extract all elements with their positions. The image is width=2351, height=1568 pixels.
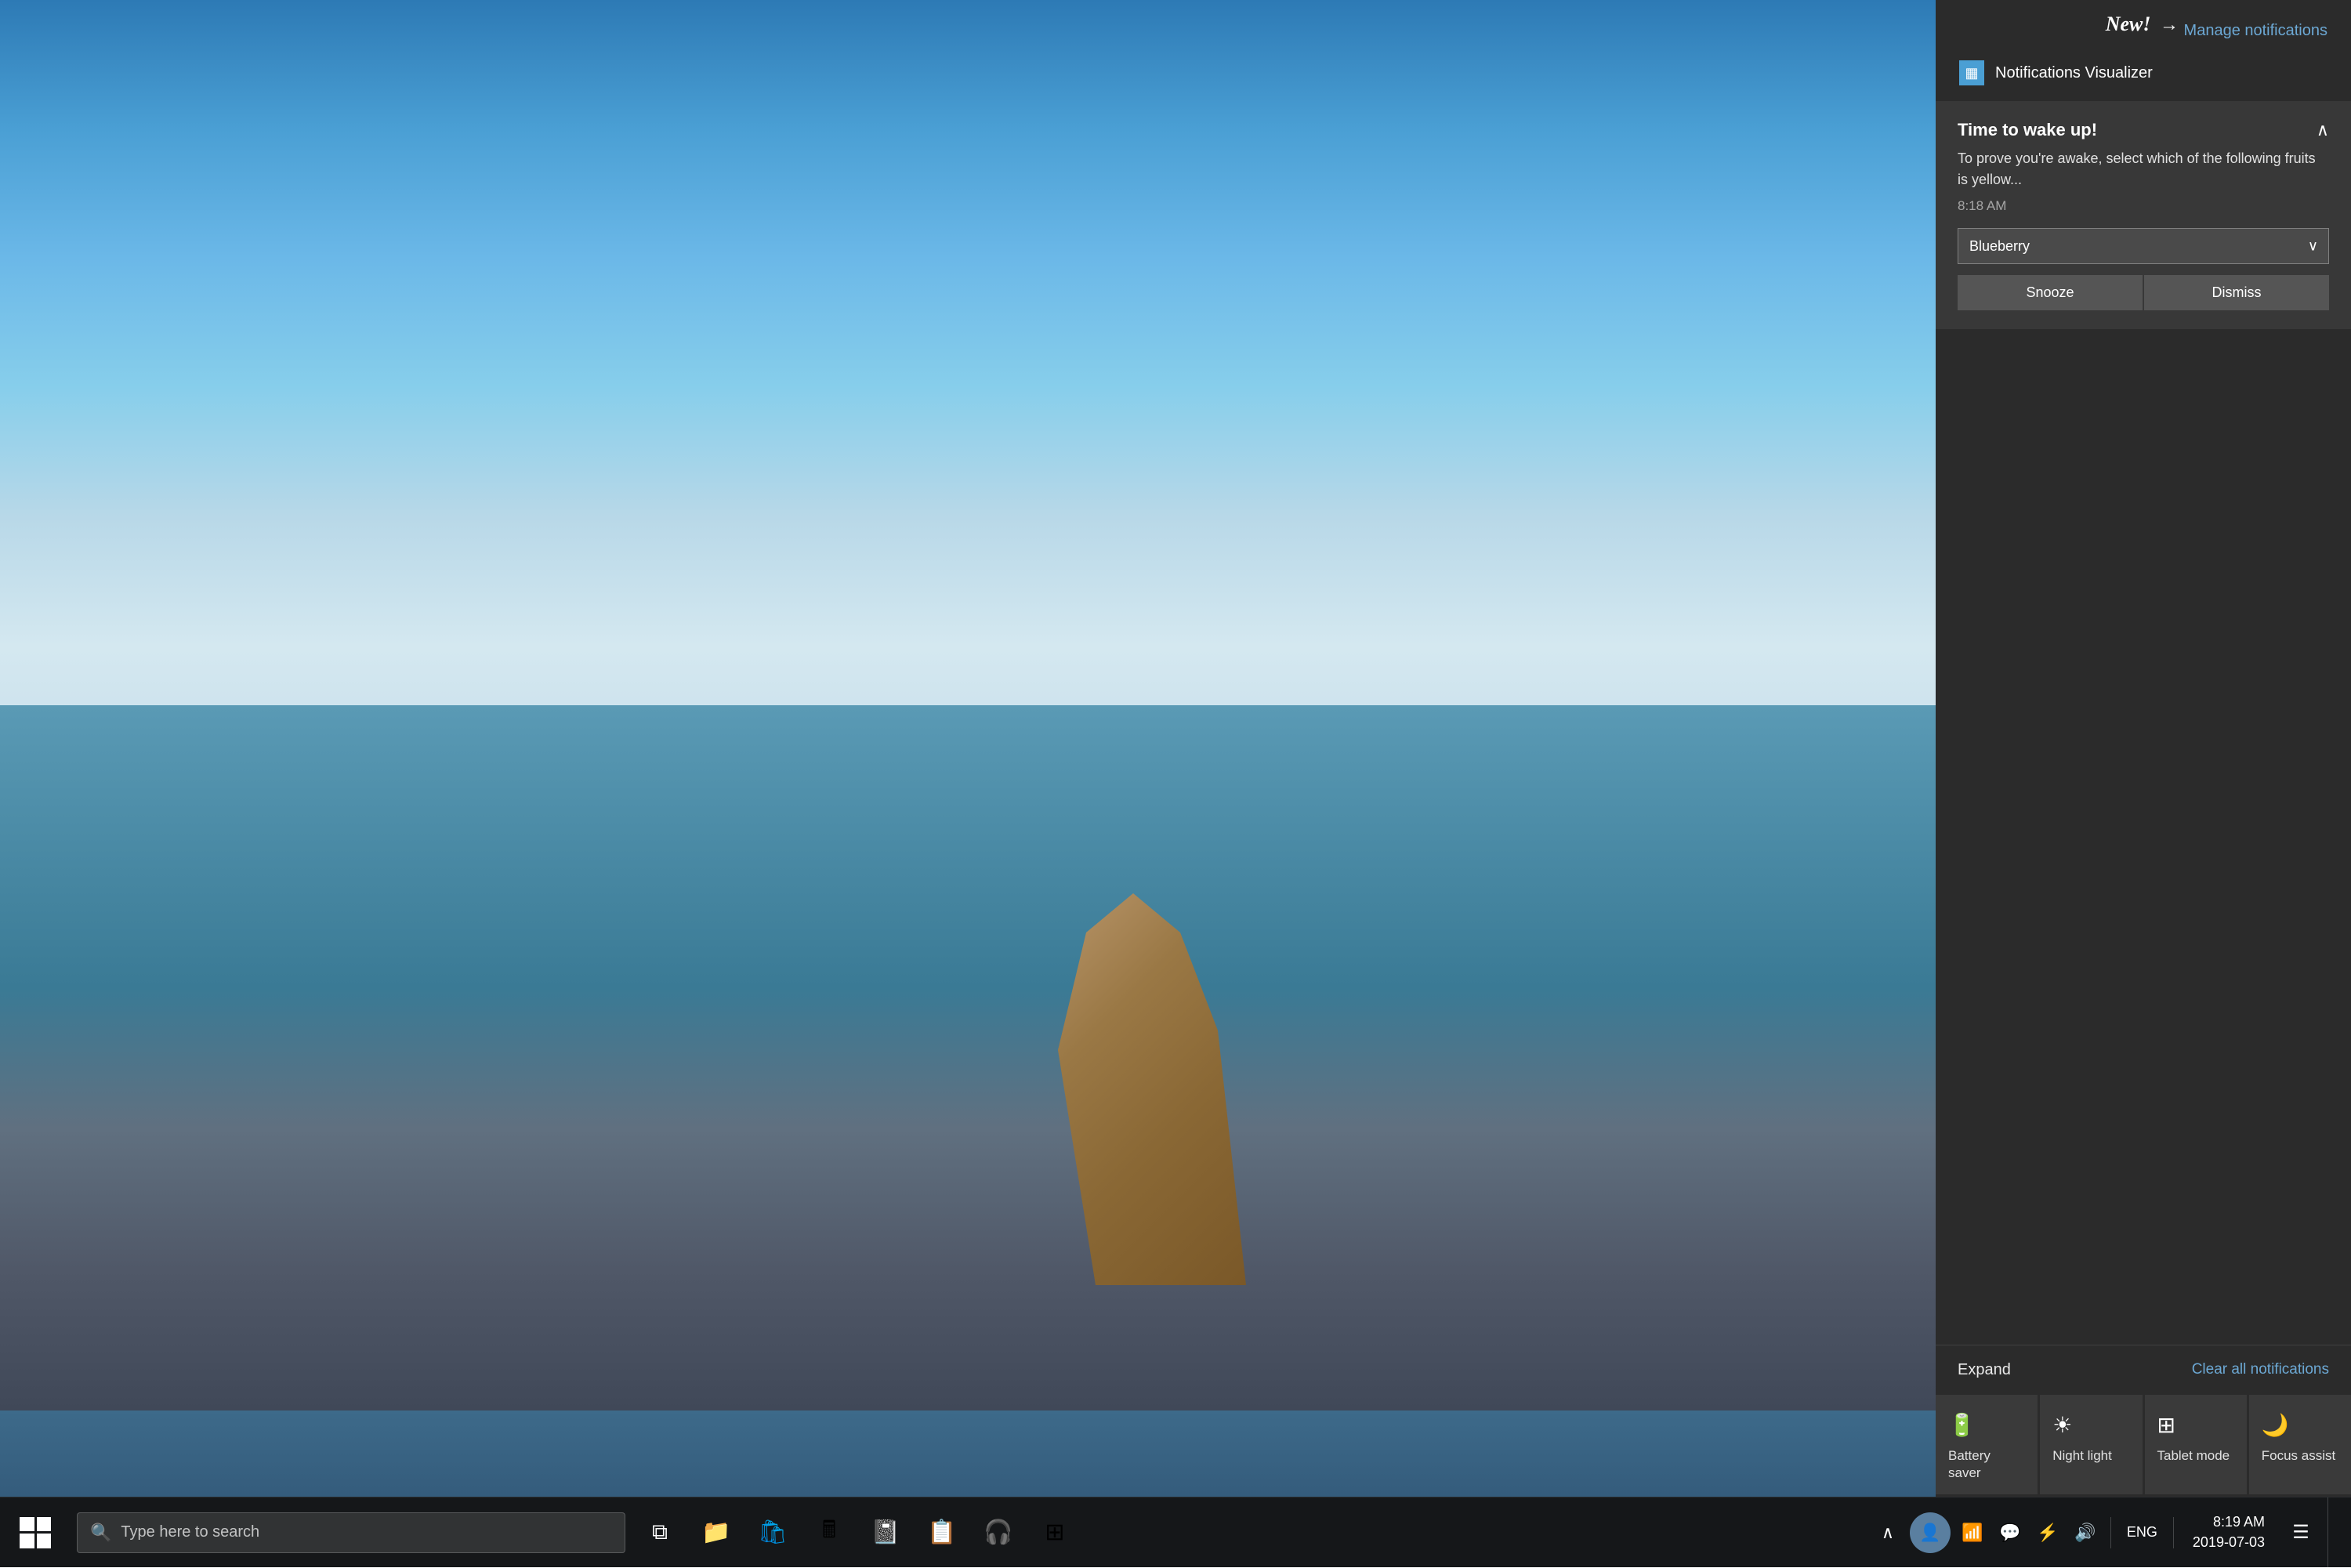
onenote-icon: 📓 — [868, 1515, 903, 1550]
battery-saver-label: Battery saver — [1948, 1447, 2025, 1482]
task-view-button[interactable]: ⧉ — [632, 1497, 688, 1568]
notification-header: New! → Manage notifications — [1936, 0, 2351, 53]
battery-saver-icon: 🔋 — [1948, 1412, 1976, 1438]
notif-title: Time to wake up! — [1958, 120, 2097, 140]
taskbar-app-6[interactable]: 🎧 — [970, 1497, 1027, 1568]
notification-panel: New! → Manage notifications ▦ Notificati… — [1936, 0, 2351, 1497]
tablet-mode-label: Tablet mode — [2157, 1447, 2230, 1465]
tray-network-icon[interactable]: 📶 — [1957, 1517, 1988, 1548]
quick-action-battery-saver[interactable]: 🔋 Battery saver — [1936, 1395, 2038, 1494]
windows-logo-icon — [20, 1517, 51, 1548]
clock-time: 8:19 AM — [2213, 1512, 2265, 1532]
notif-collapse-button[interactable]: ∧ — [2317, 120, 2329, 140]
quick-action-focus-assist[interactable]: 🌙 Focus assist — [2249, 1395, 2351, 1494]
tray-notifications-icon[interactable]: 💬 — [1994, 1517, 2026, 1548]
taskbar-app-7[interactable]: ⊞ — [1027, 1497, 1083, 1568]
notification-card: Time to wake up! ∧ To prove you're awake… — [1936, 101, 2351, 329]
notifications-icon: 💬 — [1999, 1523, 2020, 1543]
volume-icon: 🔊 — [2074, 1523, 2096, 1543]
taskbar: 🔍 Type here to search ⧉ 📁 🛍 🖩 📓 — [0, 1497, 2351, 1567]
fruit-dropdown[interactable]: Blueberry Banana Strawberry Apple — [1958, 228, 2329, 264]
system-tray: ∧ 👤 📶 💬 ⚡ 🔊 ENG — [1860, 1497, 2351, 1568]
notif-bottom-section: Expand Clear all notifications 🔋 Battery… — [1936, 1345, 2351, 1497]
expand-row: Expand Clear all notifications — [1936, 1345, 2351, 1395]
task-view-icon: ⧉ — [652, 1519, 668, 1545]
notif-app-header: ▦ Notifications Visualizer — [1936, 53, 2351, 101]
notif-app-name: Notifications Visualizer — [1995, 64, 2153, 82]
notif-app-icon: ▦ — [1959, 60, 1984, 85]
night-light-icon: ☀ — [2052, 1412, 2072, 1438]
quick-action-night-light[interactable]: ☀ Night light — [2040, 1395, 2142, 1494]
quick-action-tablet-mode[interactable]: ⊞ Tablet mode — [2145, 1395, 2247, 1494]
clock-date: 2019-07-03 — [2193, 1533, 2265, 1552]
new-label: New! — [2106, 13, 2151, 35]
calculator-icon: 🖩 — [812, 1515, 846, 1550]
app5-icon: 📋 — [925, 1515, 959, 1550]
manage-notifications-link[interactable]: Manage notifications — [2184, 22, 2327, 40]
file-explorer-icon: 📁 — [699, 1515, 734, 1550]
system-clock[interactable]: 8:19 AM 2019-07-03 — [2183, 1512, 2274, 1552]
language-indicator[interactable]: ENG — [2121, 1524, 2164, 1541]
dismiss-button[interactable]: Dismiss — [2144, 275, 2329, 310]
store-icon: 🛍 — [755, 1515, 790, 1550]
desktop: New! → Manage notifications ▦ Notificati… — [0, 0, 2351, 1567]
taskbar-app-onenote[interactable]: 📓 — [857, 1497, 914, 1568]
notif-dropdown-wrapper[interactable]: Blueberry Banana Strawberry Apple ∨ — [1958, 228, 2329, 264]
show-desktop-button[interactable] — [2327, 1497, 2338, 1568]
tablet-mode-icon: ⊞ — [2157, 1412, 2175, 1438]
taskbar-search-bar[interactable]: 🔍 Type here to search — [77, 1512, 625, 1553]
tray-divider-2 — [2173, 1517, 2174, 1548]
expand-button[interactable]: Expand — [1958, 1361, 2011, 1379]
quick-actions-grid: 🔋 Battery saver ☀ Night light ⊞ Tablet m… — [1936, 1395, 2351, 1497]
notif-card-header: Time to wake up! ∧ — [1958, 120, 2329, 140]
taskbar-app-file-explorer[interactable]: 📁 — [688, 1497, 744, 1568]
night-light-label: Night light — [2052, 1447, 2112, 1465]
focus-assist-label: Focus assist — [2262, 1447, 2335, 1465]
action-center-button[interactable]: ☰ — [2280, 1497, 2321, 1568]
search-placeholder-text: Type here to search — [121, 1523, 259, 1541]
taskbar-app-calculator[interactable]: 🖩 — [801, 1497, 857, 1568]
app6-icon: 🎧 — [981, 1515, 1016, 1550]
notif-time: 8:18 AM — [1958, 198, 2329, 214]
start-button[interactable] — [0, 1497, 71, 1568]
tray-volume-icon[interactable]: 🔊 — [2070, 1517, 2101, 1548]
power-icon: ⚡ — [2037, 1523, 2058, 1543]
taskbar-app-5[interactable]: 📋 — [914, 1497, 970, 1568]
focus-assist-icon: 🌙 — [2262, 1412, 2289, 1438]
tray-divider — [2110, 1517, 2111, 1548]
taskbar-app-store[interactable]: 🛍 — [744, 1497, 801, 1568]
tray-expand-icon: ∧ — [1882, 1523, 1894, 1543]
action-center-icon: ☰ — [2292, 1521, 2309, 1544]
snooze-button[interactable]: Snooze — [1958, 275, 2143, 310]
clear-all-button[interactable]: Clear all notifications — [2192, 1361, 2329, 1378]
network-icon: 📶 — [1962, 1523, 1983, 1543]
app7-icon: ⊞ — [1038, 1515, 1072, 1550]
user-avatar-icon: 👤 — [1919, 1523, 1940, 1543]
tray-power-icon[interactable]: ⚡ — [2032, 1517, 2063, 1548]
notif-actions: Snooze Dismiss — [1958, 275, 2329, 310]
tray-expand-button[interactable]: ∧ — [1872, 1517, 1904, 1548]
search-icon: 🔍 — [90, 1523, 111, 1543]
new-label-area: New! → — [2106, 13, 2179, 36]
user-avatar[interactable]: 👤 — [1910, 1512, 1951, 1553]
new-arrow-icon: → — [2160, 15, 2179, 35]
panel-spacer — [1936, 331, 2351, 1497]
notif-body: To prove you're awake, select which of t… — [1958, 148, 2329, 190]
